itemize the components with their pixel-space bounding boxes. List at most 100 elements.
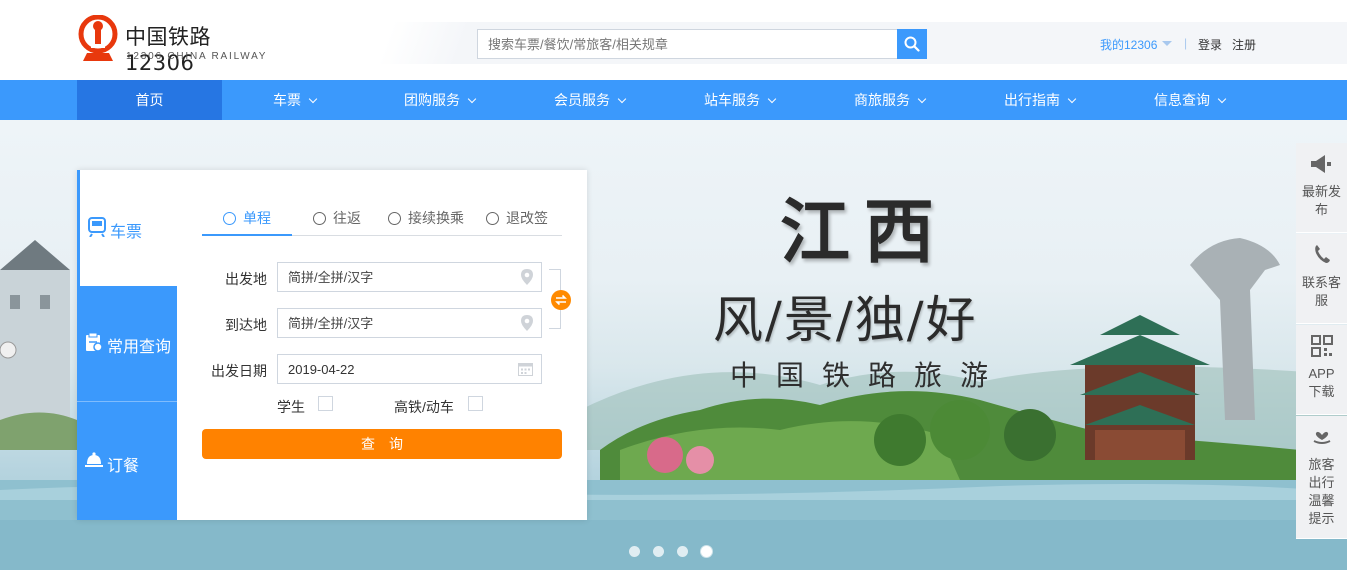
register-link[interactable]: 注册 — [1232, 36, 1256, 53]
site-search — [477, 29, 927, 59]
nav-item-tickets[interactable]: 车票 — [222, 80, 367, 120]
nav-label: 站车服务 — [704, 92, 760, 108]
date-label: 出发日期 — [211, 363, 267, 379]
megaphone-icon — [1311, 155, 1331, 173]
trip-tab-label: 接续换乘 — [408, 210, 464, 226]
float-label: APP下载 — [1308, 366, 1335, 399]
float-item-service[interactable]: 联系客服 — [1296, 234, 1347, 324]
carousel-dot[interactable] — [677, 546, 688, 557]
float-item-app[interactable]: APP下载 — [1296, 325, 1347, 415]
trip-type-tabs: 单程 往返 接续换乘 退改签 — [202, 206, 562, 236]
query-button[interactable]: 查询 — [202, 429, 562, 459]
chevron-down-icon — [617, 94, 627, 104]
railway-logo-icon — [78, 15, 118, 61]
nav-item-guide[interactable]: 出行指南 — [967, 80, 1112, 120]
from-station-input[interactable] — [278, 263, 508, 291]
nav-item-group[interactable]: 团购服务 — [367, 80, 512, 120]
float-item-tips[interactable]: 旅客出行温馨提示 — [1296, 416, 1347, 539]
side-tab-label: 常用查询 — [107, 339, 172, 356]
location-pin-icon — [521, 315, 533, 331]
tab-transfer[interactable]: 接续换乘 — [388, 206, 464, 236]
nav-label: 会员服务 — [554, 92, 610, 108]
carousel-dot[interactable] — [653, 546, 664, 557]
float-item-news[interactable]: 最新发布 — [1296, 143, 1347, 233]
side-tab-label: 订餐 — [107, 458, 140, 475]
trip-tab-label: 往返 — [333, 210, 361, 226]
highspeed-label: 高铁/动车 — [394, 399, 454, 415]
to-label: 到达地 — [225, 317, 267, 333]
chevron-down-icon — [1067, 94, 1077, 104]
train-icon — [88, 217, 106, 237]
active-tab-indicator — [202, 234, 292, 236]
calendar-icon — [518, 363, 533, 376]
chevron-down-icon — [467, 94, 477, 104]
banner-subheadline: 风/景/独/好 — [713, 291, 978, 349]
to-station-input[interactable] — [278, 309, 508, 337]
nav-label: 团购服务 — [404, 92, 460, 108]
nav-label: 车票 — [273, 92, 301, 108]
site-logo[interactable]: 中国铁路12306 12306 CHINA RAILWAY — [77, 15, 277, 75]
side-tab-food[interactable]: 订餐 — [77, 402, 177, 518]
logo-subtitle: 12306 CHINA RAILWAY — [126, 51, 268, 62]
chevron-down-icon — [917, 94, 927, 104]
heart-hand-icon — [1313, 431, 1331, 444]
trip-tab-label: 单程 — [243, 210, 271, 226]
departure-date-input[interactable] — [278, 355, 508, 383]
nav-label: 出行指南 — [1004, 92, 1060, 108]
chevron-down-icon — [767, 94, 777, 104]
nav-label: 商旅服务 — [854, 92, 910, 108]
nav-label: 信息查询 — [1154, 92, 1210, 108]
equals-circle-icon — [313, 212, 326, 225]
side-tab-common-query[interactable]: 常用查询 — [77, 286, 177, 402]
nav-item-home[interactable]: 首页 — [77, 80, 222, 120]
banner-headline: 江西 — [780, 190, 948, 273]
float-label: 最新发布 — [1301, 184, 1341, 217]
ticket-circle-icon — [486, 212, 499, 225]
carousel-dot-active[interactable] — [701, 546, 712, 557]
nav-item-info[interactable]: 信息查询 — [1117, 80, 1262, 120]
refresh-circle-icon — [388, 212, 401, 225]
nav-label: 首页 — [135, 92, 164, 108]
login-link[interactable]: 登录 — [1198, 36, 1222, 53]
nav-item-station[interactable]: 站车服务 — [667, 80, 812, 120]
chevron-down-icon — [308, 94, 318, 104]
tab-one-way[interactable]: 单程 — [223, 206, 271, 236]
arrow-circle-icon — [223, 212, 236, 225]
food-cloche-icon — [85, 452, 103, 467]
trip-tab-label: 退改签 — [506, 210, 548, 226]
side-tab-tickets[interactable]: 车票 — [77, 170, 177, 286]
from-label: 出发地 — [225, 271, 267, 287]
date-field — [277, 354, 542, 384]
ticket-booking-panel: 车票 常用查询 订餐 单程 往返 接续换乘 退改签 出发地 简拼/全拼/汉字 到… — [77, 170, 587, 520]
site-header: 中国铁路12306 12306 CHINA RAILWAY 我的12306 | … — [0, 0, 1347, 80]
qrcode-icon — [1311, 335, 1333, 357]
banner-tagline: 中国铁路旅游 — [730, 359, 1007, 392]
swap-arrows-icon — [555, 294, 567, 306]
float-label: 旅客出行温馨提示 — [1308, 457, 1335, 526]
nav-item-business[interactable]: 商旅服务 — [817, 80, 962, 120]
float-label: 联系客服 — [1301, 275, 1341, 308]
to-field — [277, 308, 542, 338]
side-tab-label: 车票 — [110, 224, 143, 241]
student-checkbox[interactable] — [318, 396, 333, 411]
link-separator: | — [1184, 36, 1188, 50]
logo-title: 中国铁路12306 — [125, 25, 211, 75]
booking-side-tabs: 车票 常用查询 订餐 — [77, 170, 177, 520]
from-field — [277, 262, 542, 292]
search-icon — [904, 36, 920, 52]
tab-refund-change[interactable]: 退改签 — [486, 206, 548, 236]
search-button[interactable] — [897, 29, 927, 59]
swap-stations-button[interactable] — [551, 290, 571, 310]
my12306-link[interactable]: 我的12306 — [1100, 36, 1157, 53]
nav-item-member[interactable]: 会员服务 — [517, 80, 662, 120]
tab-round-trip[interactable]: 往返 — [313, 206, 361, 236]
student-label: 学生 — [277, 399, 305, 415]
highspeed-checkbox[interactable] — [468, 396, 483, 411]
clipboard-icon — [86, 332, 103, 352]
location-pin-icon — [521, 269, 533, 285]
search-input[interactable] — [477, 29, 898, 59]
chevron-down-icon[interactable] — [1162, 41, 1172, 46]
phone-icon — [1315, 245, 1330, 263]
carousel-dot[interactable] — [629, 546, 640, 557]
chevron-down-icon — [1217, 94, 1227, 104]
